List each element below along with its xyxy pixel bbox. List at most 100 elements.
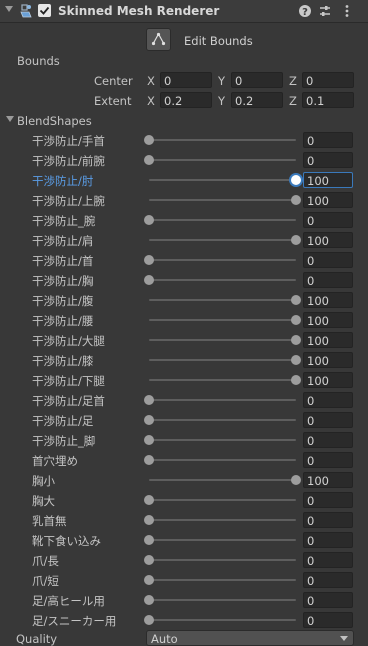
blendshape-value-field[interactable]: 0 — [303, 552, 353, 568]
blendshape-slider-track[interactable] — [149, 219, 296, 221]
blendshape-slider-track[interactable] — [149, 419, 296, 421]
blendshapes-label: BlendShapes — [17, 114, 92, 128]
blendshape-value-field[interactable]: 0 — [303, 432, 353, 448]
blendshape-slider-track[interactable] — [149, 299, 296, 301]
blendshape-slider-track[interactable] — [149, 379, 296, 381]
blendshape-slider-handle[interactable] — [291, 295, 301, 305]
blendshape-value-field[interactable]: 0 — [303, 452, 353, 468]
blendshape-label: 干渉防止_腕 — [32, 214, 96, 228]
blendshape-slider-handle[interactable] — [144, 515, 154, 525]
blendshape-value-field[interactable]: 0 — [303, 392, 353, 408]
blendshape-value-field[interactable]: 0 — [303, 512, 353, 528]
blendshape-slider-handle[interactable] — [291, 375, 301, 385]
blendshape-slider-track[interactable] — [149, 319, 296, 321]
center-z-label: Z — [289, 74, 297, 88]
center-z-field[interactable]: 0 — [302, 72, 354, 88]
blendshape-slider-handle[interactable] — [144, 275, 154, 285]
blendshape-slider-handle[interactable] — [291, 195, 301, 205]
blendshape-slider-handle[interactable] — [291, 315, 301, 325]
blendshape-value-field[interactable]: 100 — [303, 192, 353, 208]
blendshape-slider-handle[interactable] — [291, 235, 301, 245]
blendshape-slider-handle[interactable] — [144, 395, 154, 405]
blendshape-slider-track[interactable] — [149, 279, 296, 281]
blendshape-label: 干渉防止/腹 — [32, 294, 94, 308]
blendshape-slider-handle[interactable] — [144, 135, 154, 145]
blendshape-slider-track[interactable] — [149, 559, 296, 561]
blendshape-slider-handle[interactable] — [144, 575, 154, 585]
blendshape-slider-track[interactable] — [149, 199, 296, 201]
blendshape-slider-track[interactable] — [149, 479, 296, 481]
blendshape-value-field[interactable]: 100 — [303, 332, 353, 348]
blendshape-value-field[interactable]: 0 — [303, 252, 353, 268]
extent-x-field[interactable]: 0.2 — [160, 92, 212, 108]
blendshape-value-field[interactable]: 100 — [303, 372, 353, 388]
blendshape-slider-track[interactable] — [149, 179, 296, 181]
blendshape-slider-track[interactable] — [149, 619, 296, 621]
center-y-field[interactable]: 0 — [231, 72, 283, 88]
blendshape-value-field[interactable]: 0 — [303, 412, 353, 428]
blendshape-value-field[interactable]: 0 — [303, 592, 353, 608]
blendshape-slider-handle[interactable] — [291, 355, 301, 365]
blendshape-slider-handle[interactable] — [291, 335, 301, 345]
blendshape-slider-track[interactable] — [149, 579, 296, 581]
blendshape-value-field[interactable]: 0 — [303, 532, 353, 548]
blendshape-value-field[interactable]: 0 — [303, 272, 353, 288]
blendshape-slider-track[interactable] — [149, 439, 296, 441]
blendshape-slider-track[interactable] — [149, 339, 296, 341]
blendshape-slider-handle[interactable] — [144, 155, 154, 165]
blendshape-value-field[interactable]: 0 — [303, 152, 353, 168]
blendshape-slider-handle[interactable] — [144, 495, 154, 505]
blendshape-slider-track[interactable] — [149, 239, 296, 241]
blendshape-slider-handle[interactable] — [144, 215, 154, 225]
blendshape-row: 干渉防止/上腕 100 — [0, 190, 368, 210]
blendshape-value-field[interactable]: 0 — [303, 132, 353, 148]
blendshape-label: 干渉防止/足 — [32, 414, 94, 428]
blendshape-slider-handle[interactable] — [144, 435, 154, 445]
quality-label: Quality — [16, 632, 58, 646]
blendshape-slider-track[interactable] — [149, 159, 296, 161]
blendshape-row: 乳首無 0 — [0, 510, 368, 530]
blendshape-slider-handle[interactable] — [144, 555, 154, 565]
blendshape-value-field[interactable]: 100 — [303, 312, 353, 328]
blendshape-value-field[interactable]: 0 — [303, 572, 353, 588]
blendshape-slider-track[interactable] — [149, 459, 296, 461]
blendshape-value-field[interactable]: 0 — [303, 492, 353, 508]
center-x-field[interactable]: 0 — [160, 72, 212, 88]
blendshape-value-field[interactable]: 100 — [303, 172, 353, 188]
foldout-arrow-icon[interactable] — [5, 6, 13, 12]
quality-dropdown[interactable]: Auto — [146, 630, 354, 646]
component-enabled-checkbox[interactable] — [38, 4, 51, 17]
blendshape-slider-track[interactable] — [149, 599, 296, 601]
blendshape-slider-track[interactable] — [149, 519, 296, 521]
blendshape-slider-track[interactable] — [149, 539, 296, 541]
preset-settings-icon[interactable] — [318, 4, 332, 18]
blendshape-slider-handle[interactable] — [144, 615, 154, 625]
blendshape-value-field[interactable]: 100 — [303, 472, 353, 488]
blendshape-slider-track[interactable] — [149, 499, 296, 501]
blendshape-value-field[interactable]: 0 — [303, 612, 353, 628]
context-menu-icon[interactable] — [340, 4, 354, 18]
blendshape-value-field[interactable]: 100 — [303, 352, 353, 368]
edit-bounds-button[interactable] — [146, 28, 171, 51]
blendshape-slider-track[interactable] — [149, 399, 296, 401]
blendshape-slider-track[interactable] — [149, 359, 296, 361]
blendshape-value-field[interactable]: 100 — [303, 292, 353, 308]
center-y-label: Y — [218, 74, 226, 88]
blendshape-slider-handle[interactable] — [144, 255, 154, 265]
extent-z-field[interactable]: 0.1 — [302, 92, 354, 108]
blendshape-slider-track[interactable] — [149, 139, 296, 141]
blendshape-slider-handle[interactable] — [291, 475, 301, 485]
blendshape-label: 干渉防止/前腕 — [32, 154, 105, 168]
blendshape-slider-handle[interactable] — [144, 595, 154, 605]
extent-y-field[interactable]: 0.2 — [231, 92, 283, 108]
blendshape-slider-handle[interactable] — [144, 455, 154, 465]
blendshape-slider-handle[interactable] — [144, 535, 154, 545]
blendshape-slider-handle[interactable] — [291, 175, 301, 185]
blendshape-value-field[interactable]: 100 — [303, 232, 353, 248]
blendshapes-foldout-icon[interactable] — [6, 116, 14, 122]
blendshape-slider-handle[interactable] — [144, 415, 154, 425]
blendshape-value-field[interactable]: 0 — [303, 212, 353, 228]
blendshape-slider-track[interactable] — [149, 259, 296, 261]
blendshape-row: 胸小 100 — [0, 470, 368, 490]
help-icon[interactable]: ? — [298, 4, 312, 18]
